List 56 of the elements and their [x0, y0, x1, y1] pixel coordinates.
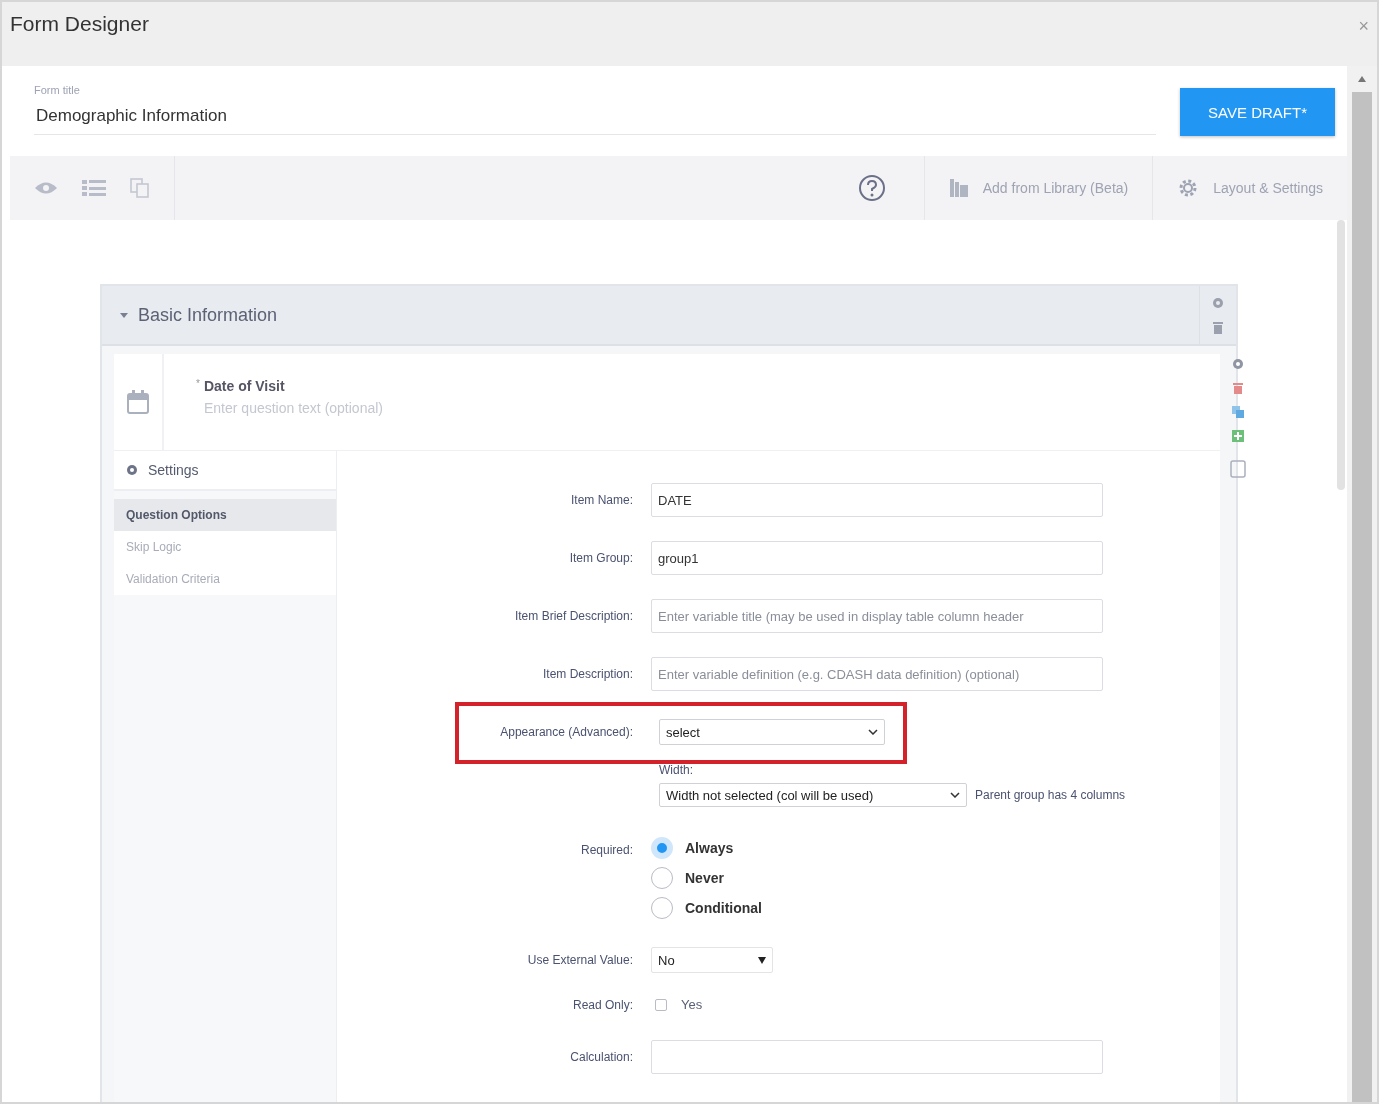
eye-icon[interactable]: [34, 181, 58, 195]
dropdown-arrow-icon: [758, 956, 766, 964]
select-field[interactable]: No: [651, 947, 773, 973]
field-label: Item Description:: [541, 667, 633, 681]
field-label: Required:: [579, 842, 633, 857]
radio-label: Conditional: [685, 900, 762, 916]
checkbox[interactable]: [655, 998, 667, 1011]
trash-icon[interactable]: [1213, 320, 1223, 334]
caret-icon[interactable]: [120, 311, 128, 319]
library-icon: [948, 178, 969, 198]
chevron-icon: [950, 792, 960, 798]
square-icon[interactable]: [1230, 460, 1246, 478]
input-field[interactable]: Enter variable title (may be used in display table column header: [651, 599, 1103, 633]
radio-button[interactable]: [651, 897, 673, 919]
scroll-up-icon[interactable]: [1358, 76, 1366, 82]
scrollbar[interactable]: [1337, 220, 1345, 490]
field-label: Width:: [659, 763, 694, 777]
field-label: Item Name:: [570, 493, 633, 507]
radio-button[interactable]: [651, 867, 673, 889]
field-label: Use External Value:: [526, 953, 633, 967]
input-field[interactable]: Enter variable definition (e.g. CDASH data definition) (optional): [651, 657, 1103, 691]
field-label: Form title: [34, 84, 81, 96]
question-title: Date of Visit: [203, 378, 285, 394]
add-icon[interactable]: [1232, 430, 1244, 442]
radio-label: Always: [685, 840, 734, 856]
copy-icon[interactable]: [1232, 406, 1244, 418]
scrollbar[interactable]: [1352, 92, 1372, 1102]
input-field[interactable]: DATE: [651, 483, 1103, 517]
select-field[interactable]: Width not selected (col will be used): [659, 783, 967, 807]
chevron-icon: [868, 729, 878, 735]
radio-button[interactable]: [651, 837, 673, 859]
field-label: Item Group:: [568, 551, 633, 565]
delete-icon[interactable]: [1233, 382, 1243, 394]
field-label: Appearance (Advanced):: [499, 725, 633, 739]
copy-icon[interactable]: [130, 178, 150, 198]
settings-title: Settings: [148, 462, 199, 478]
calendar-icon: [127, 390, 149, 414]
help-icon[interactable]: [857, 174, 886, 202]
list-icon[interactable]: [82, 179, 106, 197]
window-title: Form Designer: [10, 12, 149, 36]
settings-menu-item[interactable]: Question Options: [114, 499, 336, 531]
gear-icon[interactable]: [1212, 296, 1224, 309]
checkbox-label: Yes: [681, 997, 703, 1012]
select-field[interactable]: select: [659, 719, 885, 745]
required-mark: *: [196, 378, 200, 389]
section-title: Basic Information: [138, 304, 279, 326]
columns-note: Parent group has 4 columns: [975, 788, 1126, 802]
gear-icon: [126, 464, 138, 476]
field-label: Read Only:: [571, 997, 633, 1012]
radio-label: Never: [685, 870, 724, 886]
gear-icon[interactable]: [1232, 358, 1244, 370]
input-field[interactable]: [651, 1040, 1103, 1074]
field-label: Item Brief Description:: [513, 609, 633, 623]
save-button[interactable]: SAVE DRAFT*: [1180, 88, 1335, 136]
input-field[interactable]: group1: [651, 541, 1103, 575]
field-label: Calculation:: [569, 1050, 633, 1064]
